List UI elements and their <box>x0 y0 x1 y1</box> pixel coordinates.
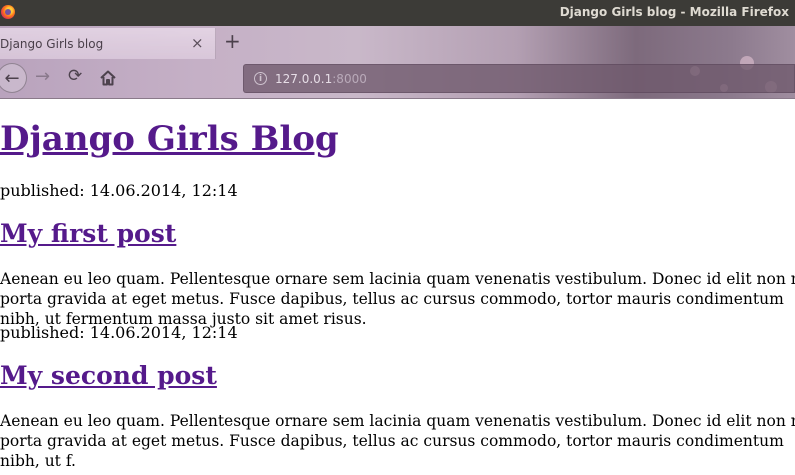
url-port: :8000 <box>332 72 367 86</box>
url-bar[interactable]: i 127.0.0.1:8000 <box>243 64 795 93</box>
url-host: 127.0.0.1 <box>275 72 333 86</box>
back-button[interactable]: ← <box>0 63 27 93</box>
site-info-icon[interactable]: i <box>254 72 267 85</box>
window-titlebar: Django Girls blog - Mozilla Firefox <box>0 0 795 26</box>
firefox-logo-icon <box>1 5 15 19</box>
tab-title: Django Girls blog <box>0 37 104 51</box>
forward-button[interactable]: → <box>35 66 50 87</box>
post-title: My second post <box>0 361 217 390</box>
navigation-bar: ← → ⟳ i 127.0.0.1:8000 <box>0 59 795 99</box>
post-title: My first post <box>0 219 176 248</box>
blog-title: Django Girls Blog <box>0 119 339 159</box>
close-tab-icon[interactable]: × <box>191 34 204 52</box>
post-published-date: published: 14.06.2014, 12:14 <box>0 323 238 342</box>
post-body: Aenean eu leo quam. Pellentesque ornare … <box>0 270 795 328</box>
home-button[interactable] <box>98 68 118 88</box>
window-title: Django Girls blog - Mozilla Firefox <box>559 5 789 19</box>
post-published-date: published: 14.06.2014, 12:14 <box>0 181 238 200</box>
page-content: Django Girls Blog published: 14.06.2014,… <box>0 99 795 475</box>
post-title-link[interactable]: My first post <box>0 219 176 248</box>
browser-toolbar: Django Girls blog × + ← → ⟳ i 127.0.0.1:… <box>0 26 795 99</box>
post-title-link[interactable]: My second post <box>0 361 217 390</box>
home-icon <box>100 70 116 86</box>
url-text[interactable]: 127.0.0.1:8000 <box>275 72 367 86</box>
tab-django-girls-blog[interactable]: Django Girls blog × <box>0 28 216 59</box>
blog-title-link[interactable]: Django Girls Blog <box>0 119 339 159</box>
post-body: Aenean eu leo quam. Pellentesque ornare … <box>0 412 795 470</box>
new-tab-button[interactable]: + <box>224 29 241 53</box>
reload-button[interactable]: ⟳ <box>68 66 82 86</box>
